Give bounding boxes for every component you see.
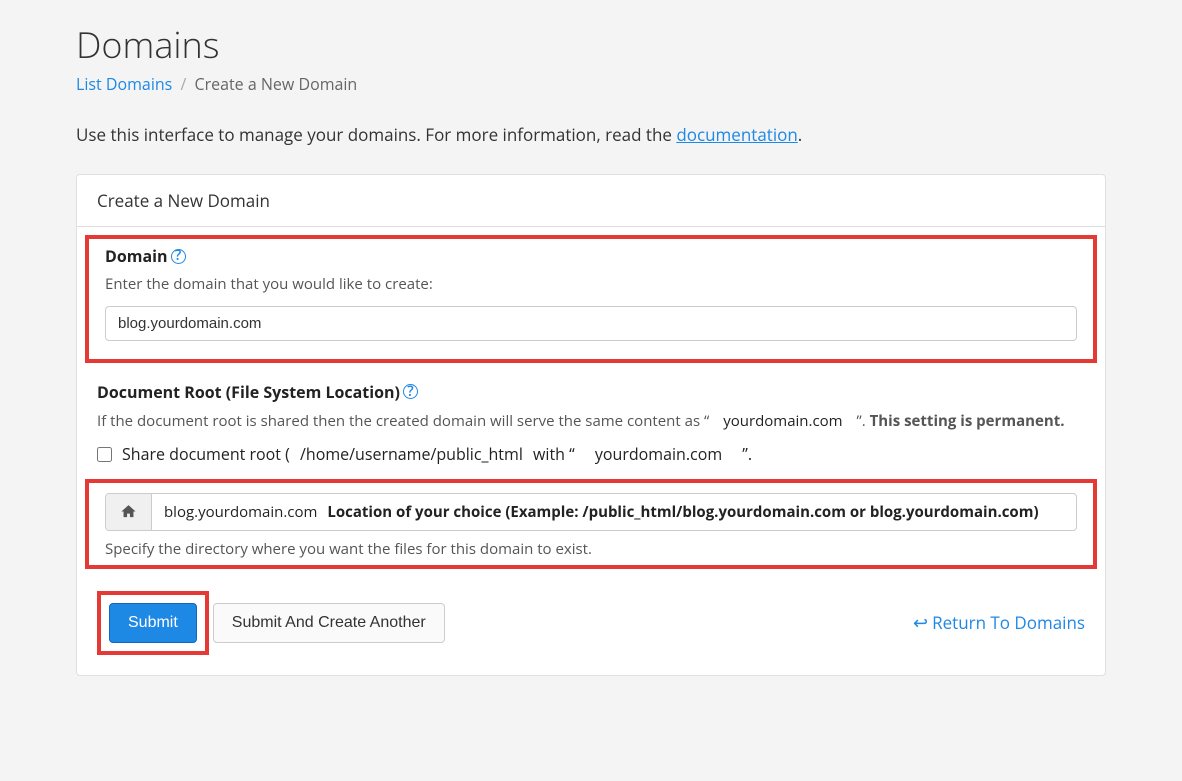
intro-prefix: Use this interface to manage your domain… bbox=[76, 123, 676, 146]
docroot-input-highlight: blog.yourdomain.com Location of your cho… bbox=[85, 479, 1097, 569]
domain-highlight: Domain ? Enter the domain that you would… bbox=[85, 235, 1097, 363]
intro-suffix: . bbox=[798, 123, 802, 146]
docroot-desc-domain: yourdomain.com bbox=[723, 409, 842, 433]
docroot-description: If the document root is shared then the … bbox=[97, 409, 1085, 433]
documentation-link[interactable]: documentation bbox=[676, 123, 797, 146]
breadcrumb-separator: / bbox=[180, 73, 186, 95]
share-suffix: ”. bbox=[742, 443, 752, 465]
intro-text: Use this interface to manage your domain… bbox=[76, 123, 1106, 146]
docroot-desc-mid: ”. bbox=[857, 411, 870, 431]
docroot-example: Location of your choice (Example: /publi… bbox=[327, 502, 1038, 522]
home-addon bbox=[106, 494, 152, 530]
share-domain: yourdomain.com bbox=[595, 443, 722, 465]
docroot-input-value: blog.yourdomain.com bbox=[164, 502, 317, 522]
docroot-label-row: Document Root (File System Location) ? bbox=[97, 381, 1085, 403]
return-label: Return To Domains bbox=[932, 611, 1085, 634]
help-icon[interactable]: ? bbox=[171, 249, 186, 264]
domain-hint: Enter the domain that you would like to … bbox=[105, 273, 1077, 296]
domain-label: Domain bbox=[105, 245, 168, 267]
share-docroot-label: Share document root ( /home/username/pub… bbox=[122, 443, 752, 465]
docroot-dir-hint: Specify the directory where you want the… bbox=[105, 539, 1077, 559]
share-docroot-row: Share document root ( /home/username/pub… bbox=[97, 443, 1085, 465]
share-path: /home/username/public_html bbox=[300, 443, 523, 465]
docroot-section: Document Root (File System Location) ? I… bbox=[77, 373, 1105, 479]
home-icon bbox=[120, 503, 137, 520]
return-link[interactable]: ↩ Return To Domains bbox=[913, 611, 1085, 635]
share-prefix: Share document root ( bbox=[122, 443, 290, 465]
docroot-input[interactable]: blog.yourdomain.com Location of your cho… bbox=[152, 494, 1076, 530]
docroot-input-group: blog.yourdomain.com Location of your cho… bbox=[105, 493, 1077, 531]
breadcrumb: List Domains / Create a New Domain bbox=[76, 73, 1106, 95]
share-mid: with “ bbox=[533, 443, 575, 465]
docroot-desc-strong: This setting is permanent. bbox=[870, 411, 1065, 431]
share-docroot-checkbox[interactable] bbox=[97, 447, 112, 462]
domain-input[interactable] bbox=[105, 306, 1077, 341]
panel-title: Create a New Domain bbox=[77, 175, 1105, 227]
domain-label-row: Domain ? bbox=[105, 245, 1077, 267]
create-domain-panel: Create a New Domain Domain ? Enter the d… bbox=[76, 174, 1106, 676]
submit-button[interactable]: Submit bbox=[109, 603, 197, 643]
docroot-desc-prefix: If the document root is shared then the … bbox=[97, 411, 709, 431]
return-arrow-icon: ↩ bbox=[913, 611, 928, 635]
submit-highlight: Submit bbox=[97, 591, 209, 655]
help-icon[interactable]: ? bbox=[403, 384, 418, 399]
footer-actions: Submit Submit And Create Another ↩ Retur… bbox=[77, 577, 1105, 675]
breadcrumb-list-domains[interactable]: List Domains bbox=[76, 73, 172, 95]
docroot-label: Document Root (File System Location) bbox=[97, 381, 400, 403]
submit-another-button[interactable]: Submit And Create Another bbox=[213, 603, 445, 643]
page-title: Domains bbox=[76, 20, 1106, 69]
breadcrumb-current: Create a New Domain bbox=[194, 73, 357, 95]
